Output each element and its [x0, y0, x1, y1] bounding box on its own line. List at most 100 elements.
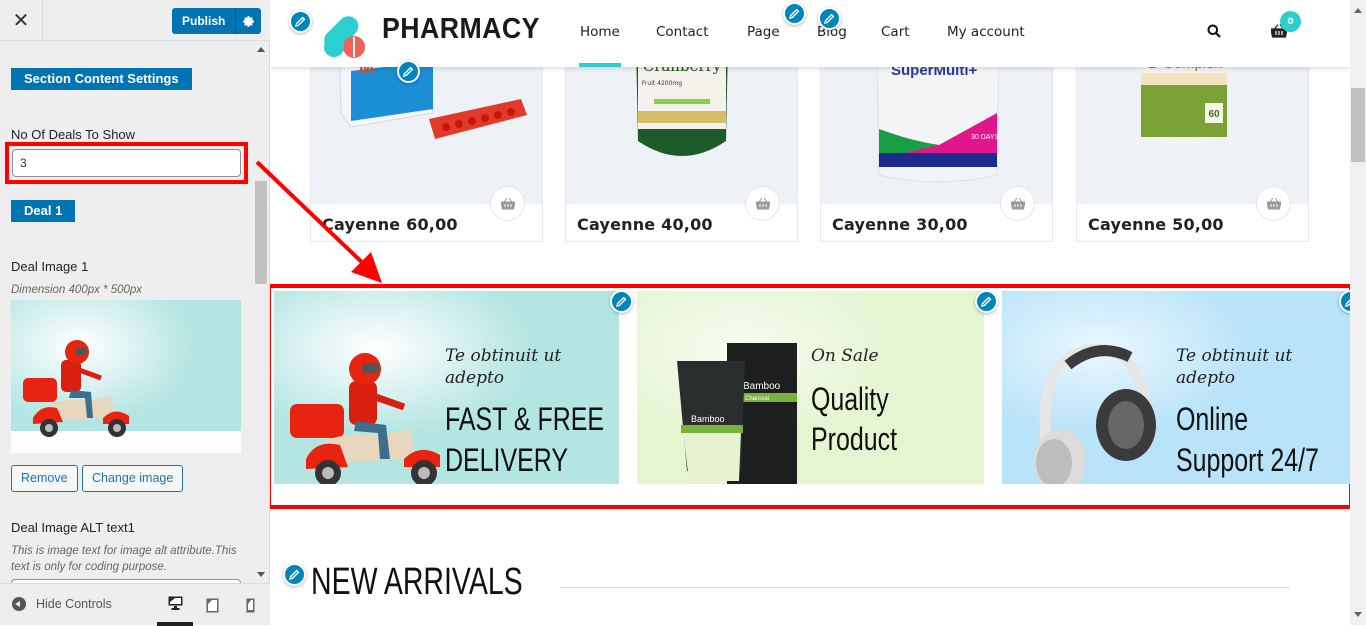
sidebar-scrollbar[interactable] [254, 41, 268, 583]
edit-shortcut-button[interactable] [283, 563, 306, 586]
customizer-footer: Hide Controls [0, 583, 270, 626]
nav-home[interactable]: Home [580, 24, 620, 40]
preview-scroll-thumb[interactable] [1351, 88, 1365, 162]
scroll-down-arrow-icon[interactable] [1354, 612, 1362, 617]
product-card[interactable]: M Cayenne 60,00 [310, 40, 543, 242]
add-to-cart-button[interactable] [1256, 186, 1291, 221]
mobile-icon [246, 598, 254, 612]
deal-title-line1: Online [1176, 401, 1249, 437]
publish-group: Publish [172, 8, 262, 34]
preview-scrollbar[interactable] [1350, 0, 1366, 625]
basket-icon [1010, 197, 1025, 209]
product-price[interactable]: Cayenne 40,00 [577, 215, 713, 234]
product-price[interactable]: Cayenne 50,00 [1088, 215, 1224, 234]
cart-count-badge: 0 [1280, 11, 1301, 32]
edit-shortcut-button[interactable] [289, 10, 312, 33]
customizer-header: ✕ Publish [0, 0, 270, 41]
edit-shortcut-button[interactable] [397, 60, 420, 83]
nav-page[interactable]: Page [747, 24, 780, 40]
pencil-icon [289, 569, 300, 580]
site-header: PHARMACY Home Contact Page Blog Cart My … [270, 0, 1350, 67]
search-icon [1207, 24, 1221, 38]
edit-shortcut-button[interactable] [818, 7, 841, 30]
gear-icon [243, 15, 255, 27]
basket-icon [1266, 197, 1281, 209]
tablet-icon [206, 598, 218, 612]
product-card[interactable]: Time Release SuperMulti+ 30 DAYS Cayenne… [820, 40, 1053, 242]
product-brand-sub: Charcoal [745, 396, 769, 402]
bottle-sublabel: 30 DAYS [971, 134, 1000, 141]
publish-settings-button[interactable] [235, 8, 262, 34]
nav-contact[interactable]: Contact [656, 24, 709, 40]
section-content-settings-heading: Section Content Settings [11, 68, 192, 90]
sidebar-scroll-thumb[interactable] [255, 181, 267, 284]
deal-image-label: Deal Image 1 [11, 259, 89, 274]
pencil-icon [1345, 299, 1350, 307]
pencil-icon [981, 296, 992, 307]
edit-shortcut-button[interactable] [783, 2, 806, 25]
pencil-icon [789, 8, 800, 19]
deal-card-delivery[interactable]: Te obtinuit ut adepto FAST & FREE DELIVE… [274, 291, 619, 484]
site-logo-text[interactable]: PHARMACY [382, 13, 540, 46]
product-price[interactable]: Cayenne 60,00 [322, 215, 458, 234]
basket-icon [500, 197, 515, 209]
search-button[interactable] [1207, 23, 1221, 42]
remove-image-button[interactable]: Remove [11, 465, 78, 492]
deal-title-line2: Product [811, 421, 898, 457]
edit-shortcut-button[interactable] [975, 290, 998, 313]
deal-title-line1: FAST & FREE [445, 401, 605, 437]
deal-card-support[interactable]: Te obtinuit ut adepto Online Support 24/… [1002, 291, 1350, 484]
deal-title-line2: Support 24/7 [1176, 442, 1319, 478]
deals-count-highlight [5, 142, 248, 184]
deal-1-heading: Deal 1 [11, 200, 76, 222]
close-icon: ✕ [12, 8, 30, 32]
pencil-icon [824, 13, 835, 24]
scooter-delivery-illustration [11, 300, 241, 453]
pencil-icon [616, 296, 627, 307]
customizer-panel: Section Content Settings No Of Deals To … [0, 41, 256, 583]
hide-controls-label: Hide Controls [36, 597, 112, 611]
deal-alt-label: Deal Image ALT text1 [11, 520, 135, 535]
pencil-icon [295, 16, 306, 27]
customizer-sidebar: ✕ Publish Section Content Settings No Of… [0, 0, 270, 626]
bottle-sublabel: 60 [1208, 109, 1220, 120]
nav-my-account[interactable]: My account [947, 24, 1025, 40]
deals-count-input[interactable] [12, 149, 241, 177]
basket-icon [755, 197, 770, 209]
deals-count-label: No Of Deals To Show [11, 127, 136, 142]
product-card[interactable]: Super B-Complex 60 Cayenne 50,00 [1076, 40, 1309, 242]
deal-subtitle: Te obtinuit ut adepto [445, 346, 562, 388]
add-to-cart-button[interactable] [745, 186, 780, 221]
scroll-up-arrow-icon[interactable] [1354, 8, 1362, 13]
preview-mobile-button[interactable] [232, 584, 268, 626]
pill-logo-icon[interactable] [316, 9, 368, 59]
preview-desktop-button[interactable] [157, 584, 193, 626]
product-brand-label: Bamboo [743, 381, 781, 392]
scroll-down-arrow-icon[interactable] [257, 572, 265, 577]
change-image-button[interactable]: Change image [82, 465, 184, 492]
active-nav-indicator [579, 63, 621, 67]
deal-title-line2: DELIVERY [445, 442, 569, 478]
publish-button[interactable]: Publish [172, 8, 236, 34]
collapse-arrow-icon [12, 597, 26, 611]
new-arrivals-heading: NEW ARRIVALS [311, 561, 523, 603]
close-customizer-button[interactable]: ✕ [0, 0, 43, 40]
nav-cart[interactable]: Cart [881, 24, 910, 40]
preview-tablet-button[interactable] [194, 584, 230, 626]
scroll-up-arrow-icon[interactable] [257, 47, 265, 52]
deal-card-quality[interactable]: Bamboo Charcoal Bamboo On Sale Quality P… [637, 291, 984, 484]
deal-image-description: Dimension 400px * 500px [11, 284, 143, 296]
desktop-icon [168, 596, 182, 610]
section-divider [560, 587, 1290, 588]
product-tube-label: Bamboo [691, 414, 725, 424]
deal-title-line1: Quality [811, 381, 889, 417]
add-to-cart-button[interactable] [490, 186, 525, 221]
site-preview: M Cayenne 60,00 Cranberry Fruit 4200mg C… [270, 0, 1350, 625]
edit-shortcut-button[interactable] [610, 290, 633, 313]
add-to-cart-button[interactable] [1000, 186, 1035, 221]
bottle-sublabel: Fruit 4200mg [642, 80, 682, 87]
product-price[interactable]: Cayenne 30,00 [832, 215, 968, 234]
product-card[interactable]: Cranberry Fruit 4200mg Cayenne 40,00 [565, 40, 798, 242]
hide-controls-button[interactable]: Hide Controls [12, 597, 112, 611]
deal-image-preview[interactable] [11, 300, 241, 453]
